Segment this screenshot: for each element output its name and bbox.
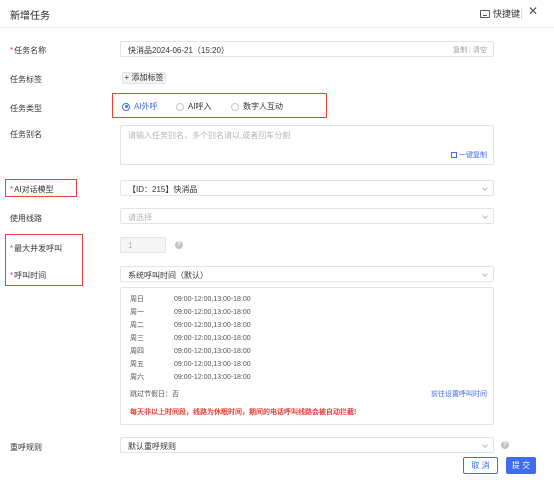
chevron-down-icon [482,213,488,219]
schedule-row: 周四 09:00-12:00,13:00-18:00 [130,348,251,355]
redial-rule-label: 重呼规则 [10,443,42,452]
radio-dot [176,102,184,111]
task-name-label: *任务名称 [10,46,47,55]
add-tag-button[interactable]: + 添加标签 [122,72,166,84]
cancel-button[interactable]: 取 消 [463,457,498,474]
call-schedule-panel: 周日 09:00-12:00,13:00-18:00 周一 09:00-12:00,… [120,287,494,425]
schedule-row: 周三 09:00-12:00,13:00-18:00 [130,335,251,342]
radio-digital-human[interactable]: 数字人互动 [231,101,283,112]
copy-icon [451,152,457,158]
ai-model-label: *AI对话模型 [10,185,54,194]
task-name-value: 快消品2024-06-21（15:20） [128,46,229,55]
redial-rule-select[interactable]: 默认重呼规则 [120,437,494,453]
chevron-down-icon [482,271,488,277]
radio-dot [122,102,130,111]
max-concurrency-input[interactable]: 1 [120,237,166,253]
dialog-header: 新增任务 快捷键 ✕ [0,0,554,28]
required-marker: * [10,185,14,194]
submit-button[interactable]: 提 交 [506,457,536,474]
clear-name-button[interactable]: 清空 [473,47,487,54]
task-alias-input[interactable]: 请输入任务别名，多个别名请以,或者回车分割 一键复制 [120,125,494,165]
radio-dot [231,102,239,111]
ai-model-value: 【ID：215】快消品 [128,185,198,194]
keyboard-icon [480,9,490,18]
max-concurrency-value: 1 [128,241,133,250]
radio-ai-inbound[interactable]: AI呼入 [176,101,212,112]
schedule-row: 周一 09:00-12:00,13:00-18:00 [130,309,251,316]
chevron-down-icon [482,442,488,448]
call-time-select[interactable]: 系统呼叫时间（默认） [120,266,494,282]
schedule-row: 周日 09:00-12:00,13:00-18:00 [130,296,251,303]
dialog-title: 新增任务 [10,11,50,22]
header-divider [521,8,522,19]
task-name-input[interactable]: 快消品2024-06-21（15:20） 复制 | 清空 [120,41,494,57]
help-icon[interactable]: ? [501,441,509,449]
schedule-row: 周六 09:00-12:00,13:00-18:00 [130,374,251,381]
schedule-row: 周二 09:00-12:00,13:00-18:00 [130,322,251,329]
shortcut-label: 快捷键 [493,9,521,19]
copy-all-button[interactable]: 一键复制 [451,150,487,160]
chevron-down-icon [482,185,488,191]
line-label: 使用线路 [10,214,42,223]
max-concurrency-label: *最大并发呼叫 [10,244,63,253]
skip-holiday-text: 跳过节假日：否 [130,391,179,398]
sleep-time-warning: 每天非以上时间段，线路为休眠时间，期间的电话呼叫线路会被自动拦截! [130,409,357,416]
task-type-label: 任务类型 [10,104,42,113]
task-alias-label: 任务别名 [10,130,42,139]
radio-ai-outbound[interactable]: AI外呼 [122,101,158,112]
goto-call-time-settings-link[interactable]: 前往设置呼叫时间 [431,389,487,399]
line-select[interactable]: 请选择 [120,208,494,224]
call-time-label: *呼叫时间 [10,271,47,280]
line-placeholder: 请选择 [128,213,152,222]
ai-model-select[interactable]: 【ID：215】快消品 [120,180,494,196]
required-marker: * [10,46,14,55]
required-marker: * [10,271,14,280]
shortcut-button[interactable]: 快捷键 [480,7,520,20]
copy-name-button[interactable]: 复制 [453,47,467,54]
task-alias-placeholder: 请输入任务别名，多个别名请以,或者回车分割 [128,131,291,140]
help-icon[interactable]: ? [175,241,183,249]
task-name-actions: 复制 | 清空 [453,47,487,54]
redial-rule-value: 默认重呼规则 [128,442,176,451]
call-time-value: 系统呼叫时间（默认） [128,271,208,280]
schedule-row: 周五 09:00-12:00,13:00-18:00 [130,361,251,368]
required-marker: * [10,244,14,253]
task-tags-label: 任务标签 [10,75,42,84]
close-icon[interactable]: ✕ [528,4,538,18]
